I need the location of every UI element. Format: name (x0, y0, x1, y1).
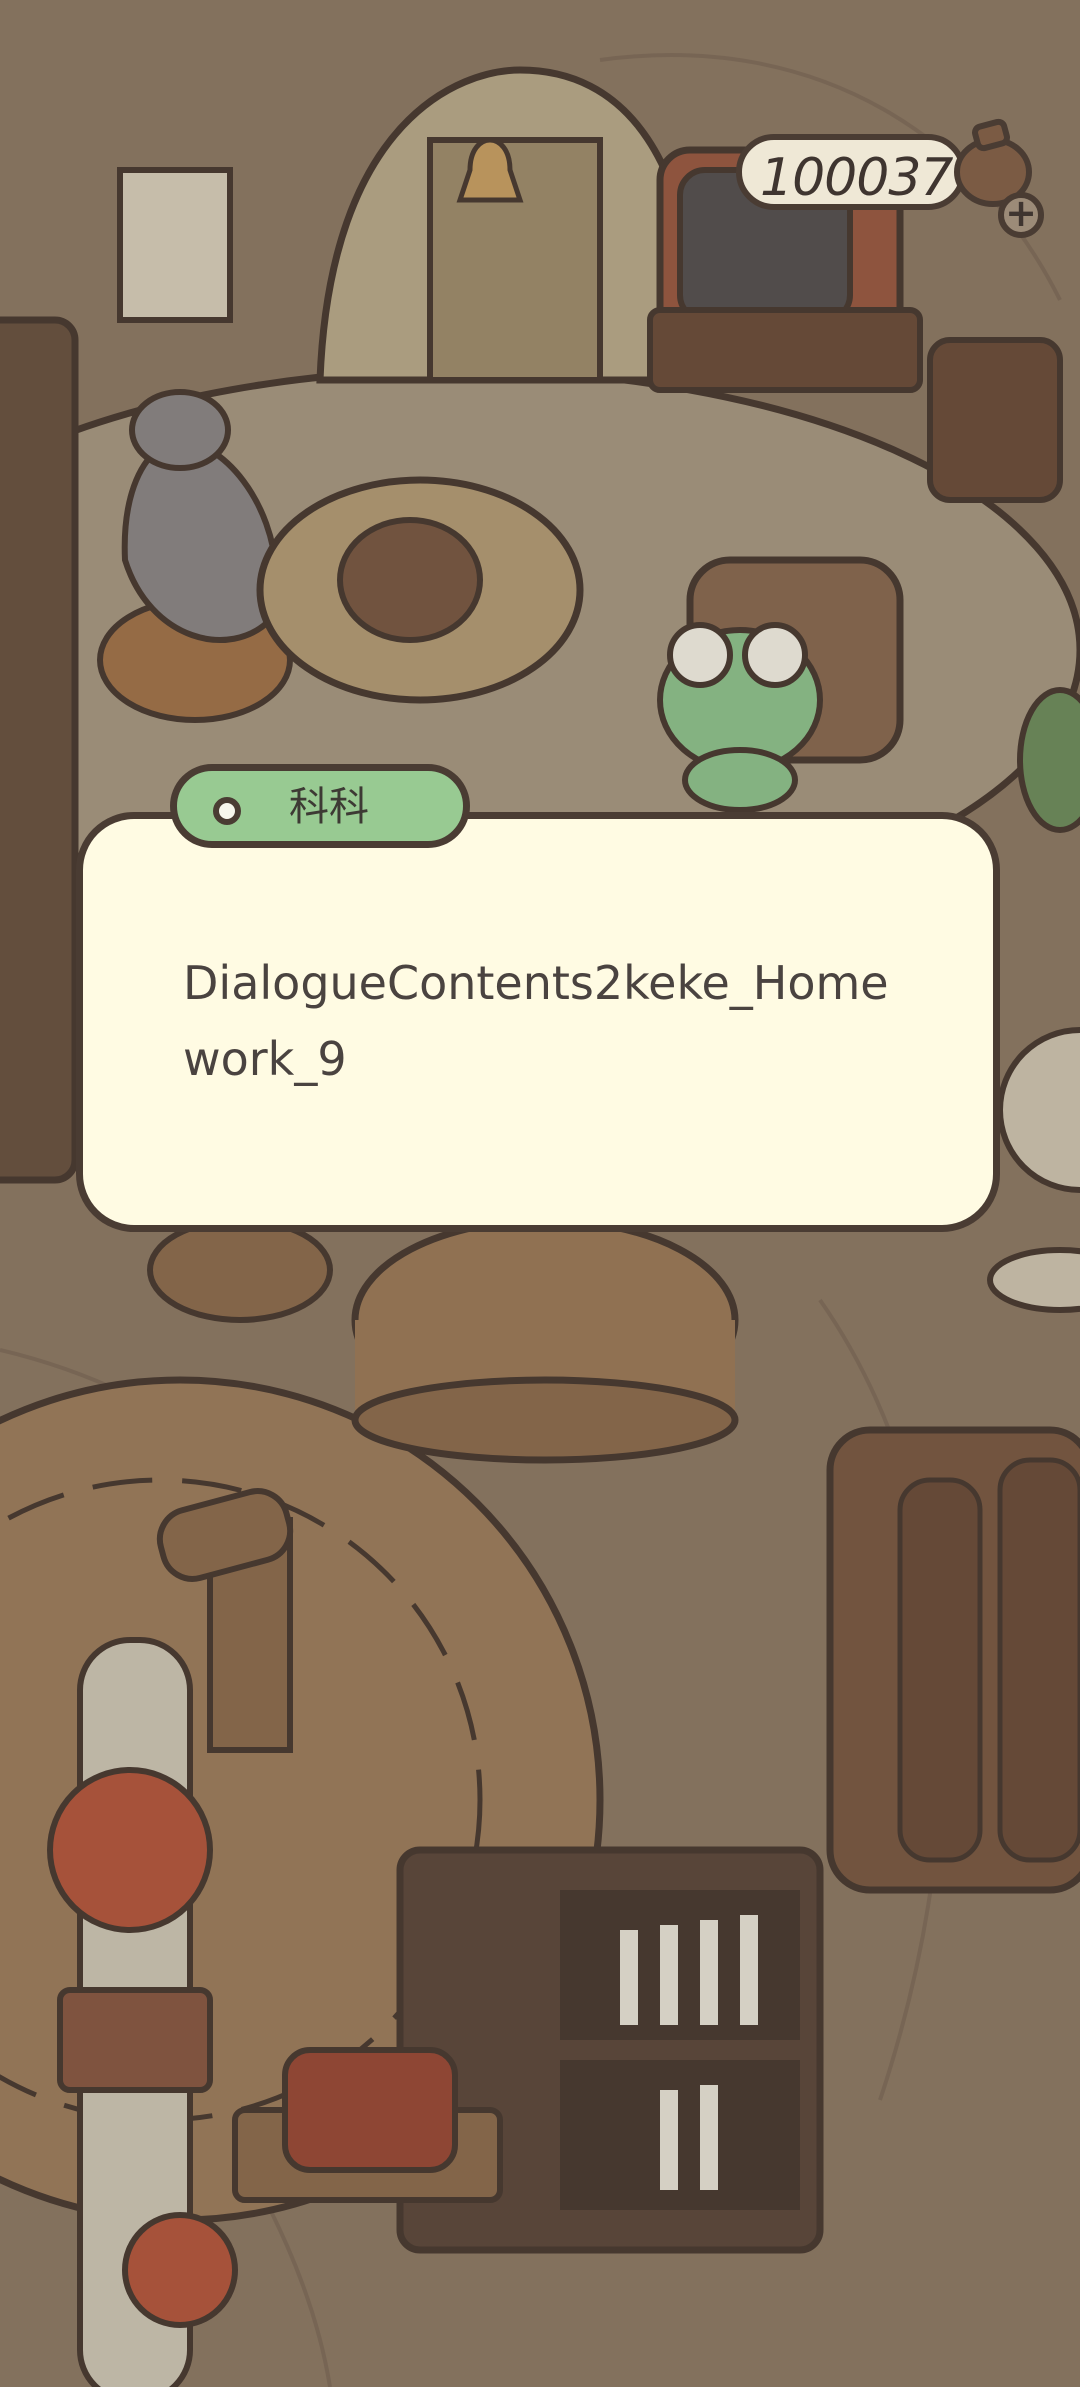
name-tag-dot-icon (213, 797, 241, 825)
plus-icon[interactable]: + (998, 192, 1044, 238)
speaker-name-tag: 科科 (170, 764, 470, 848)
coin-counter[interactable]: 100037 + (736, 118, 1044, 238)
dialogue-box[interactable]: DialogueContents2keke_Homework_9 (76, 812, 1000, 1232)
dialogue-text: DialogueContents2keke_Homework_9 (183, 956, 889, 1086)
speaker-name: 科科 (289, 784, 369, 830)
coin-value: 100037 (760, 148, 954, 208)
coin-pill: 100037 (736, 134, 966, 210)
